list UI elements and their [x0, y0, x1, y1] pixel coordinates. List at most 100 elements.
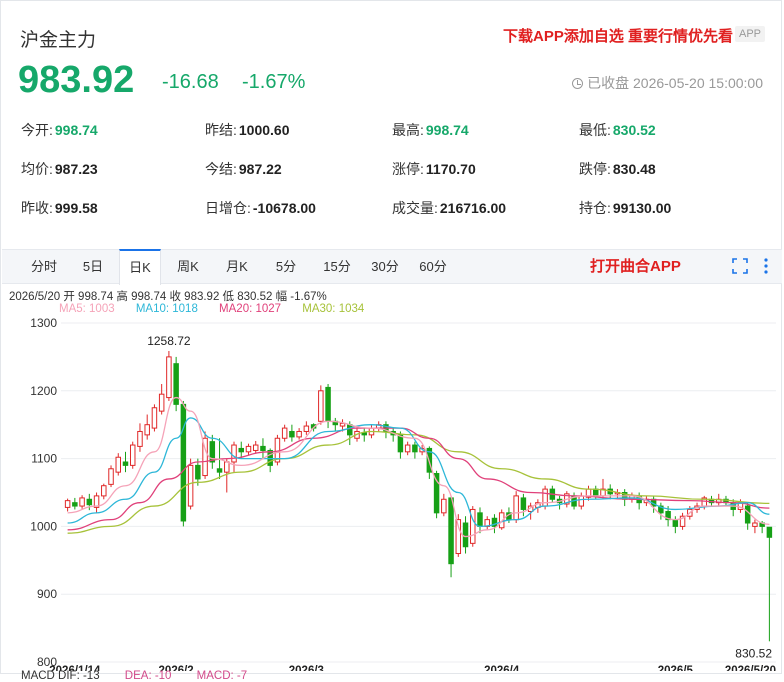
stat-value: 987.22	[238, 161, 282, 177]
x-tick-label: 2026/5	[658, 665, 694, 671]
y-tick-label: 1200	[30, 384, 57, 398]
candle-body	[766, 526, 773, 538]
candle-body	[593, 488, 599, 497]
stat-value: 99130.00	[612, 200, 672, 216]
macd-value: MACD: -7	[196, 670, 248, 682]
x-tick-label: 2026/3	[289, 665, 324, 671]
stat-cell: 成交量: 216716.00	[392, 198, 506, 218]
candle-body	[158, 393, 165, 412]
more-options-icon[interactable]	[763, 257, 769, 275]
macd-dif: MACD DIF: -13	[21, 670, 100, 682]
candle-body	[542, 488, 548, 507]
stat-label: 涨停:	[392, 161, 424, 177]
stat-value: 1000.60	[238, 122, 290, 138]
kline-chart[interactable]: 13001200110010009008002026/1/14 2026/2 202…	[1, 315, 783, 671]
moving-average-legend: MA5: 1003 MA10: 1018 MA20: 1027 MA30: 10…	[59, 303, 382, 315]
candle-body	[64, 500, 71, 508]
tab-period-6[interactable]: 15分	[316, 250, 358, 283]
tab-period-4[interactable]: 月K	[217, 250, 257, 283]
stat-cell: 今开: 998.74	[21, 120, 98, 140]
candle-body	[216, 468, 223, 473]
candle-body	[72, 502, 78, 507]
candle-body	[752, 522, 758, 527]
open-app-promo-link[interactable]: 打开曲合APP	[590, 250, 681, 283]
candle-body	[404, 444, 411, 453]
ma10-line	[67, 417, 770, 528]
stats-row: 昨收: 999.58 日增仓: -10678.00 成交量: 216716.00 持仓: 99…	[21, 198, 761, 237]
candle-body	[166, 356, 172, 399]
stat-cell: 日增仓: -10678.00	[205, 198, 316, 218]
stat-label: 持仓:	[579, 200, 611, 216]
instrument-title: 沪金主力	[20, 30, 97, 51]
download-app-promo-link[interactable]: 下载APP添加自选 重要行情优先看	[503, 25, 733, 46]
candle-body	[144, 424, 150, 436]
x-tick-label: 2026/4	[484, 665, 520, 671]
candle-body	[122, 461, 129, 466]
candle-body	[101, 485, 107, 497]
stat-value: 216716.00	[439, 200, 507, 216]
candle-body	[347, 424, 353, 436]
stat-label: 最高:	[392, 122, 424, 138]
candle-body	[267, 449, 273, 466]
stat-cell: 涨停: 1170.70	[392, 159, 476, 179]
fullscreen-icon[interactable]	[732, 258, 748, 274]
stat-value: 830.48	[612, 161, 656, 177]
tab-period-7[interactable]: 30分	[364, 250, 406, 283]
tab-period-3[interactable]: 周K	[168, 250, 208, 283]
candle-body	[672, 519, 679, 527]
candle-body	[578, 495, 585, 507]
stat-cell: 最高: 998.74	[392, 120, 469, 140]
price-change: -16.68	[162, 71, 219, 93]
ma20-legend: MA20: 1027	[219, 303, 282, 315]
ma30-legend: MA30: 1034	[302, 303, 365, 315]
stat-cell: 最低: 830.52	[579, 120, 656, 140]
candle-body	[129, 444, 136, 466]
candle-body	[231, 444, 237, 463]
stat-value: 987.23	[54, 161, 98, 177]
candle-body	[86, 498, 93, 506]
x-tick-label: 2026/5/20	[725, 665, 776, 671]
y-tick-label: 1000	[30, 519, 57, 533]
app-badge[interactable]: APP	[734, 26, 765, 42]
period-tab-bar: 打开曲合APP 分时 5日 日K 周K 月K 5分 15分 30分 60分	[2, 249, 782, 285]
max-price-label: 1258.72	[147, 334, 191, 348]
stat-cell: 今结: 987.22	[205, 159, 282, 179]
stats-row: 今开: 998.74 昨结: 1000.60 最高: 998.74 最低: 830.52	[21, 120, 761, 159]
tab-period-5[interactable]: 5分	[268, 250, 304, 283]
stat-cell: 均价: 987.23	[21, 159, 98, 179]
market-status: 已收盘 2026-05-20 15:00:00	[572, 73, 763, 93]
stat-value: 998.74	[54, 122, 98, 138]
candle-body	[187, 464, 194, 507]
candle-body	[433, 473, 440, 514]
stat-label: 跌停:	[579, 161, 611, 177]
stat-label: 昨收:	[21, 200, 53, 216]
candle-body	[79, 497, 85, 507]
candle-body	[296, 430, 302, 438]
stat-value: 830.52	[612, 122, 656, 138]
y-tick-label: 900	[37, 587, 57, 601]
price-change-pct: -1.67%	[242, 71, 306, 93]
candle-body	[325, 386, 331, 422]
candle-info-line: 2026/5/20 开 998.74 高 998.74 收 983.92 低 8…	[9, 291, 327, 303]
candle-body	[137, 430, 143, 447]
stat-label: 日增仓:	[205, 200, 251, 216]
stat-value: -10678.00	[252, 200, 316, 216]
stat-value: 998.74	[425, 122, 469, 138]
stats-grid: 今开: 998.74 昨结: 1000.60 最高: 998.74 最低: 830.52 均价:…	[21, 120, 761, 237]
stat-cell: 昨结: 1000.60	[205, 120, 290, 140]
ma5-legend: MA5: 1003	[59, 303, 115, 315]
candle-body	[448, 497, 454, 565]
stat-cell: 昨收: 999.58	[21, 198, 98, 218]
stat-label: 均价:	[21, 161, 53, 177]
stat-label: 成交量:	[392, 200, 438, 216]
candle-body	[108, 468, 114, 485]
stat-label: 最低:	[579, 122, 611, 138]
tab-period-8[interactable]: 60分	[412, 250, 454, 283]
tab-period-0[interactable]: 分时	[24, 250, 64, 283]
tab-period-2[interactable]: 日K	[119, 249, 161, 285]
tab-period-1[interactable]: 5日	[75, 250, 111, 283]
candle-body	[303, 425, 310, 432]
y-tick-label: 1100	[31, 452, 57, 466]
candle-body	[115, 456, 122, 473]
candle-body	[151, 407, 158, 429]
